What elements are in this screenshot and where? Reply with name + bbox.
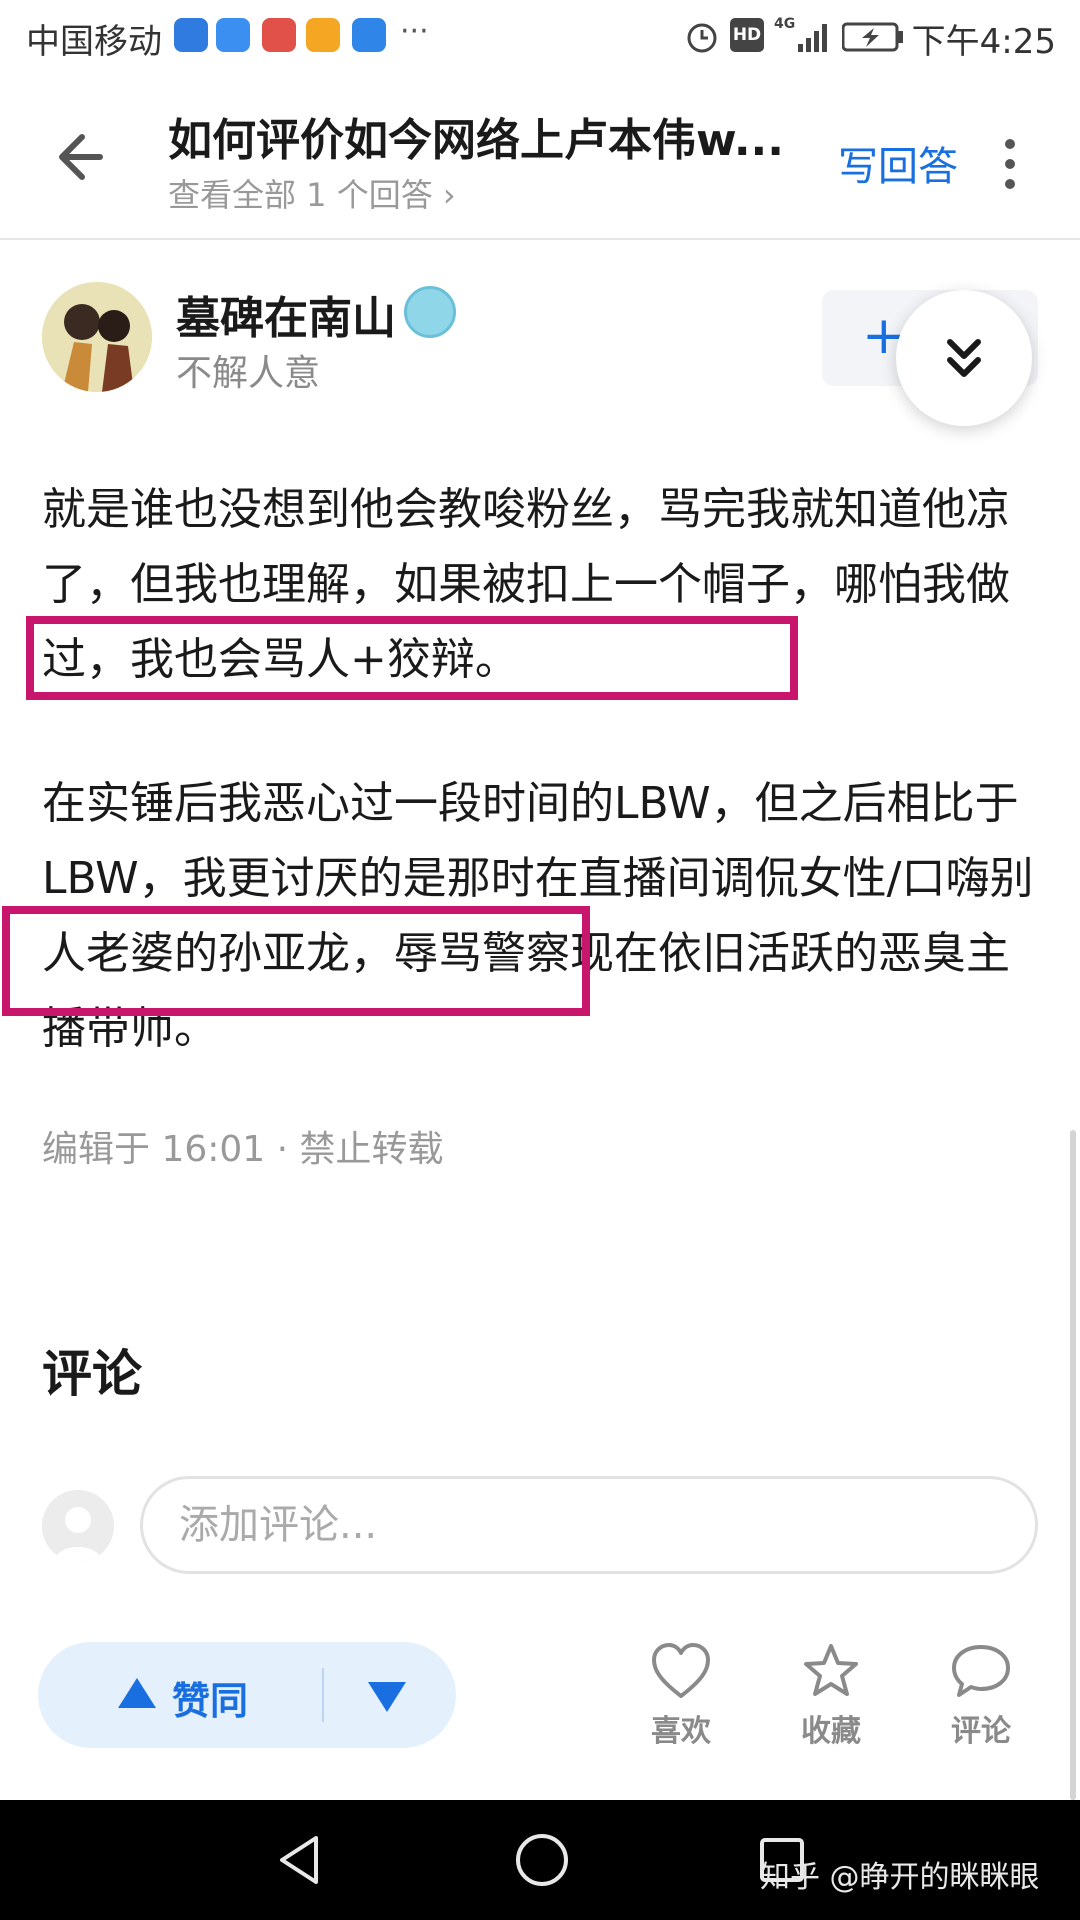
favorite-button[interactable]: 收藏	[776, 1642, 886, 1752]
more-options-icon[interactable]	[990, 134, 1030, 194]
double-chevron-down-icon	[947, 339, 981, 377]
carrier-label: 中国移动	[26, 22, 162, 62]
nav-home-icon[interactable]	[512, 1830, 572, 1890]
comment-input[interactable]: 添加评论...	[140, 1476, 1038, 1574]
author-badge-icon	[404, 286, 456, 338]
reader-app-icon	[262, 18, 296, 52]
top-app-bar: 如何评价如今网络上卢本伟w... 查看全部 1 个回答 › 写回答	[0, 72, 1080, 240]
star-icon	[804, 1644, 858, 1696]
view-all-answers-link[interactable]: 查看全部 1 个回答 ›	[168, 170, 456, 216]
app-notification-icon	[216, 18, 250, 52]
author-name[interactable]: 墓碑在南山	[176, 282, 396, 346]
user-avatar	[42, 1490, 114, 1562]
upvote-triangle-icon	[118, 1678, 156, 1708]
alarm-icon	[687, 23, 717, 53]
downvote-triangle-icon	[368, 1682, 406, 1712]
speech-bubble-icon	[952, 1645, 1010, 1697]
heart-icon	[652, 1643, 710, 1698]
edit-metadata: 编辑于 16:01 · 禁止转载	[42, 1129, 444, 1170]
vote-control: 赞同	[38, 1642, 456, 1748]
author-bio: 不解人意	[176, 353, 321, 394]
question-title[interactable]: 如何评价如今网络上卢本伟w...	[168, 104, 828, 168]
comment-label: 评论	[951, 1714, 1011, 1749]
nav-back-icon[interactable]	[272, 1832, 328, 1888]
write-answer-button[interactable]: 写回答	[838, 134, 958, 192]
like-button[interactable]: 喜欢	[626, 1642, 736, 1752]
downvote-button[interactable]	[324, 1642, 456, 1748]
highlight-box-1	[26, 616, 798, 700]
security-shield-icon	[352, 18, 386, 52]
comment-button[interactable]: 评论	[926, 1642, 1036, 1752]
like-label: 喜欢	[651, 1714, 711, 1749]
upvote-button[interactable]: 赞同	[38, 1642, 322, 1748]
signal-icon	[798, 24, 827, 52]
zhihu-watermark: 知乎 @睁开的眯眯眼	[760, 1860, 1040, 1895]
scrollbar[interactable]	[1070, 1130, 1076, 1800]
hd-icon: HD	[730, 18, 764, 52]
baidu-app-icon	[174, 18, 208, 52]
back-arrow-icon[interactable]	[50, 122, 120, 192]
battery-charging-icon	[842, 22, 903, 52]
collapse-button[interactable]	[896, 290, 1032, 426]
author-avatar[interactable]	[42, 282, 152, 392]
favorite-label: 收藏	[801, 1714, 861, 1749]
status-bar: 中国移动 ··· HD 4G 下午4:25	[0, 0, 1080, 72]
clock: 下午4:25	[911, 22, 1056, 62]
more-notifications-icon: ···	[400, 14, 429, 49]
highlight-box-2	[2, 906, 590, 1016]
upvote-label: 赞同	[172, 1679, 249, 1723]
network-type-icon: 4G	[774, 16, 796, 32]
weibo-icon	[306, 18, 340, 52]
comments-heading: 评论	[42, 1345, 142, 1403]
